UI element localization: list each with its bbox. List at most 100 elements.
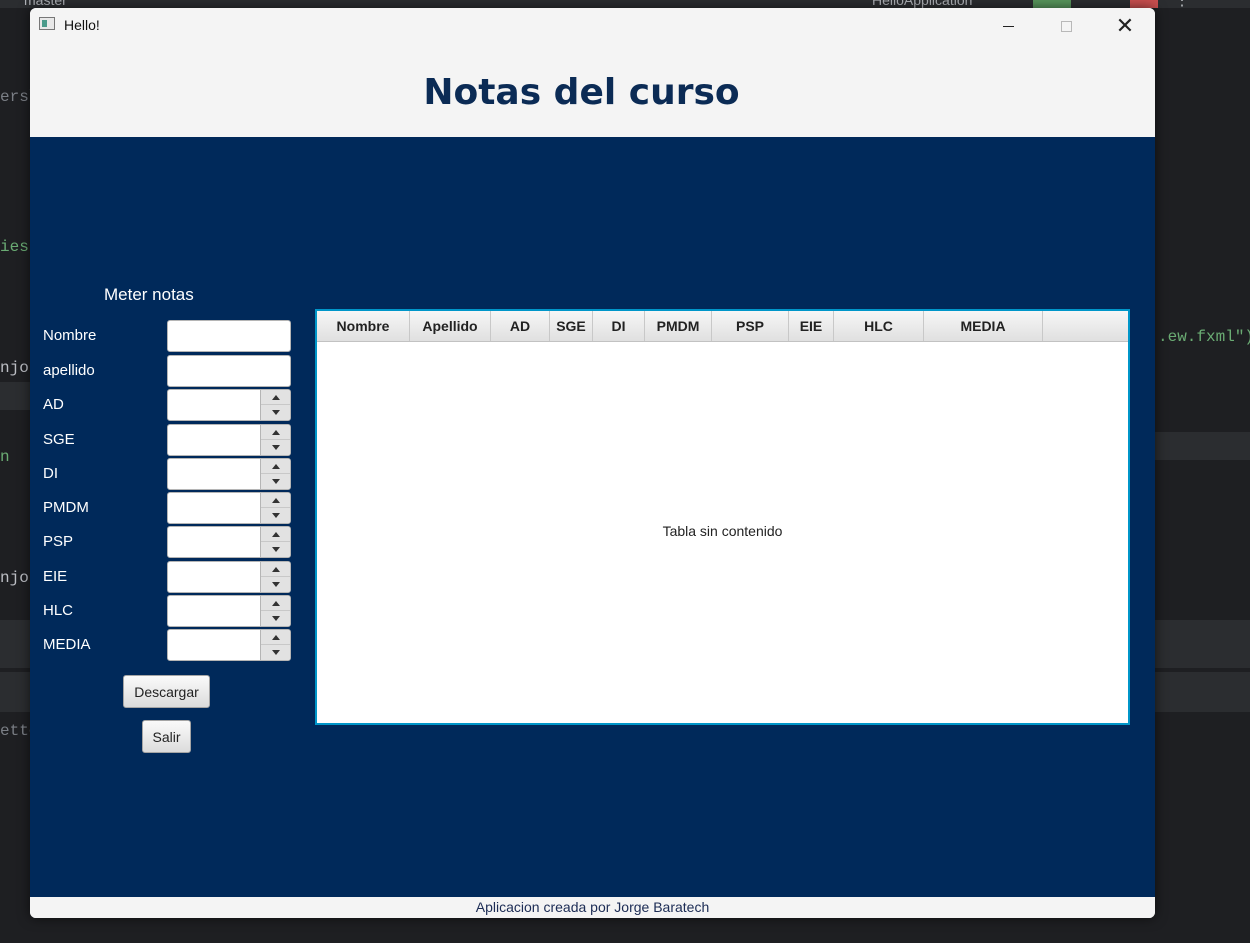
table-empty-placeholder: Tabla sin contenido (662, 523, 783, 539)
arrow-down-icon (271, 650, 280, 655)
spinner-increment-button[interactable] (261, 459, 290, 474)
maximize-icon (1060, 20, 1072, 32)
column-header-media[interactable]: MEDIA (924, 311, 1043, 341)
spinner-increment-button[interactable] (261, 390, 290, 405)
ide-panel (0, 672, 30, 712)
spinner-decrement-button[interactable] (261, 645, 290, 660)
ide-highlight-line (0, 382, 30, 410)
ide-run-button[interactable] (1033, 0, 1071, 8)
spinner-decrement-button[interactable] (261, 440, 290, 455)
column-header-sge[interactable]: SGE (550, 311, 593, 341)
column-header-di[interactable]: DI (593, 311, 645, 341)
column-header-psp[interactable]: PSP (712, 311, 789, 341)
label-sge: SGE (43, 431, 75, 448)
close-button[interactable]: ✕ (1096, 8, 1154, 44)
di-spinner[interactable] (167, 458, 291, 490)
spinner-increment-button[interactable] (261, 493, 290, 508)
form-title: Meter notas (104, 285, 194, 304)
label-media: MEDIA (43, 636, 91, 653)
grades-table[interactable]: Nombre Apellido AD SGE DI PMDM PSP EIE H… (315, 309, 1130, 725)
arrow-down-icon (271, 513, 280, 518)
minimize-button[interactable] (979, 8, 1037, 44)
header: Notas del curso (30, 44, 1155, 137)
psp-spinner[interactable] (167, 526, 291, 558)
ide-code-fragment: .ew.fxml") (1158, 328, 1250, 346)
maximize-button[interactable] (1037, 8, 1095, 44)
main-content: Meter notas Nombre apellido AD SGE DI PM… (30, 137, 1155, 897)
spinner-buttons (260, 527, 290, 557)
ide-panel (1155, 620, 1250, 668)
exit-button[interactable]: Salir (142, 720, 191, 753)
arrow-up-icon (271, 463, 280, 469)
label-hlc: HLC (43, 602, 74, 619)
column-header-apellido[interactable]: Apellido (410, 311, 491, 341)
arrow-up-icon (271, 531, 280, 537)
spinner-increment-button[interactable] (261, 527, 290, 542)
eie-spinner[interactable] (167, 561, 291, 593)
spinner-decrement-button[interactable] (261, 474, 290, 489)
download-button[interactable]: Descargar (123, 675, 210, 708)
close-icon: ✕ (1115, 13, 1135, 39)
ide-highlight-line (1155, 432, 1250, 460)
spinner-decrement-button[interactable] (261, 542, 290, 557)
nombre-input[interactable] (167, 320, 291, 352)
page-title: Notas del curso (423, 72, 740, 113)
minimize-icon (1002, 25, 1014, 27)
column-header-hlc[interactable]: HLC (834, 311, 924, 341)
label-psp: PSP (43, 533, 74, 550)
arrow-down-icon (271, 410, 280, 415)
app-icon (39, 17, 55, 30)
spinner-buttons (260, 459, 290, 489)
spinner-buttons (260, 562, 290, 592)
ide-panel (1155, 672, 1250, 712)
spinner-decrement-button[interactable] (261, 611, 290, 626)
title-bar[interactable]: Hello! ✕ (30, 8, 1155, 44)
column-header-ad[interactable]: AD (491, 311, 550, 341)
table-header: Nombre Apellido AD SGE DI PMDM PSP EIE H… (317, 311, 1128, 342)
arrow-down-icon (271, 479, 280, 484)
label-apellido: apellido (43, 362, 95, 379)
spinner-buttons (260, 493, 290, 523)
ide-panel (0, 620, 30, 668)
spinner-decrement-button[interactable] (261, 405, 290, 420)
footer-credit: Aplicacion creada por Jorge Baratech (475, 899, 710, 915)
label-pmdm: PMDM (43, 499, 89, 516)
arrow-down-icon (271, 445, 280, 450)
arrow-up-icon (271, 429, 280, 435)
ide-run-config[interactable]: HelloApplication (872, 0, 972, 8)
label-nombre: Nombre (43, 327, 97, 344)
label-eie: EIE (43, 568, 68, 585)
column-header-eie[interactable]: EIE (789, 311, 834, 341)
ide-more-icon[interactable]: ⋮ (1174, 0, 1190, 10)
spinner-increment-button[interactable] (261, 562, 290, 577)
ide-code-fragment: n (0, 448, 10, 466)
spinner-buttons (260, 596, 290, 626)
hlc-spinner[interactable] (167, 595, 291, 627)
arrow-down-icon (271, 582, 280, 587)
spinner-decrement-button[interactable] (261, 577, 290, 592)
pmdm-spinner[interactable] (167, 492, 291, 524)
app-window: Hello! ✕ Notas del curso Meter notas Nom… (30, 8, 1155, 918)
window-title: Hello! (64, 17, 100, 33)
label-ad: AD (43, 396, 64, 413)
sge-spinner[interactable] (167, 424, 291, 456)
ad-spinner[interactable] (167, 389, 291, 421)
arrow-up-icon (271, 497, 280, 503)
arrow-up-icon (271, 566, 280, 572)
column-header-pmdm[interactable]: PMDM (645, 311, 712, 341)
spinner-buttons (260, 425, 290, 455)
spinner-buttons (260, 390, 290, 420)
media-spinner[interactable] (167, 629, 291, 661)
spinner-increment-button[interactable] (261, 596, 290, 611)
label-di: DI (43, 465, 58, 482)
column-header-nombre[interactable]: Nombre (317, 311, 410, 341)
arrow-down-icon (271, 547, 280, 552)
ide-branch-label[interactable]: master (24, 0, 67, 8)
arrow-up-icon (271, 394, 280, 400)
arrow-up-icon (271, 634, 280, 640)
ide-debug-button[interactable] (1130, 0, 1158, 8)
spinner-decrement-button[interactable] (261, 508, 290, 523)
spinner-increment-button[interactable] (261, 630, 290, 645)
spinner-increment-button[interactable] (261, 425, 290, 440)
apellido-input[interactable] (167, 355, 291, 387)
